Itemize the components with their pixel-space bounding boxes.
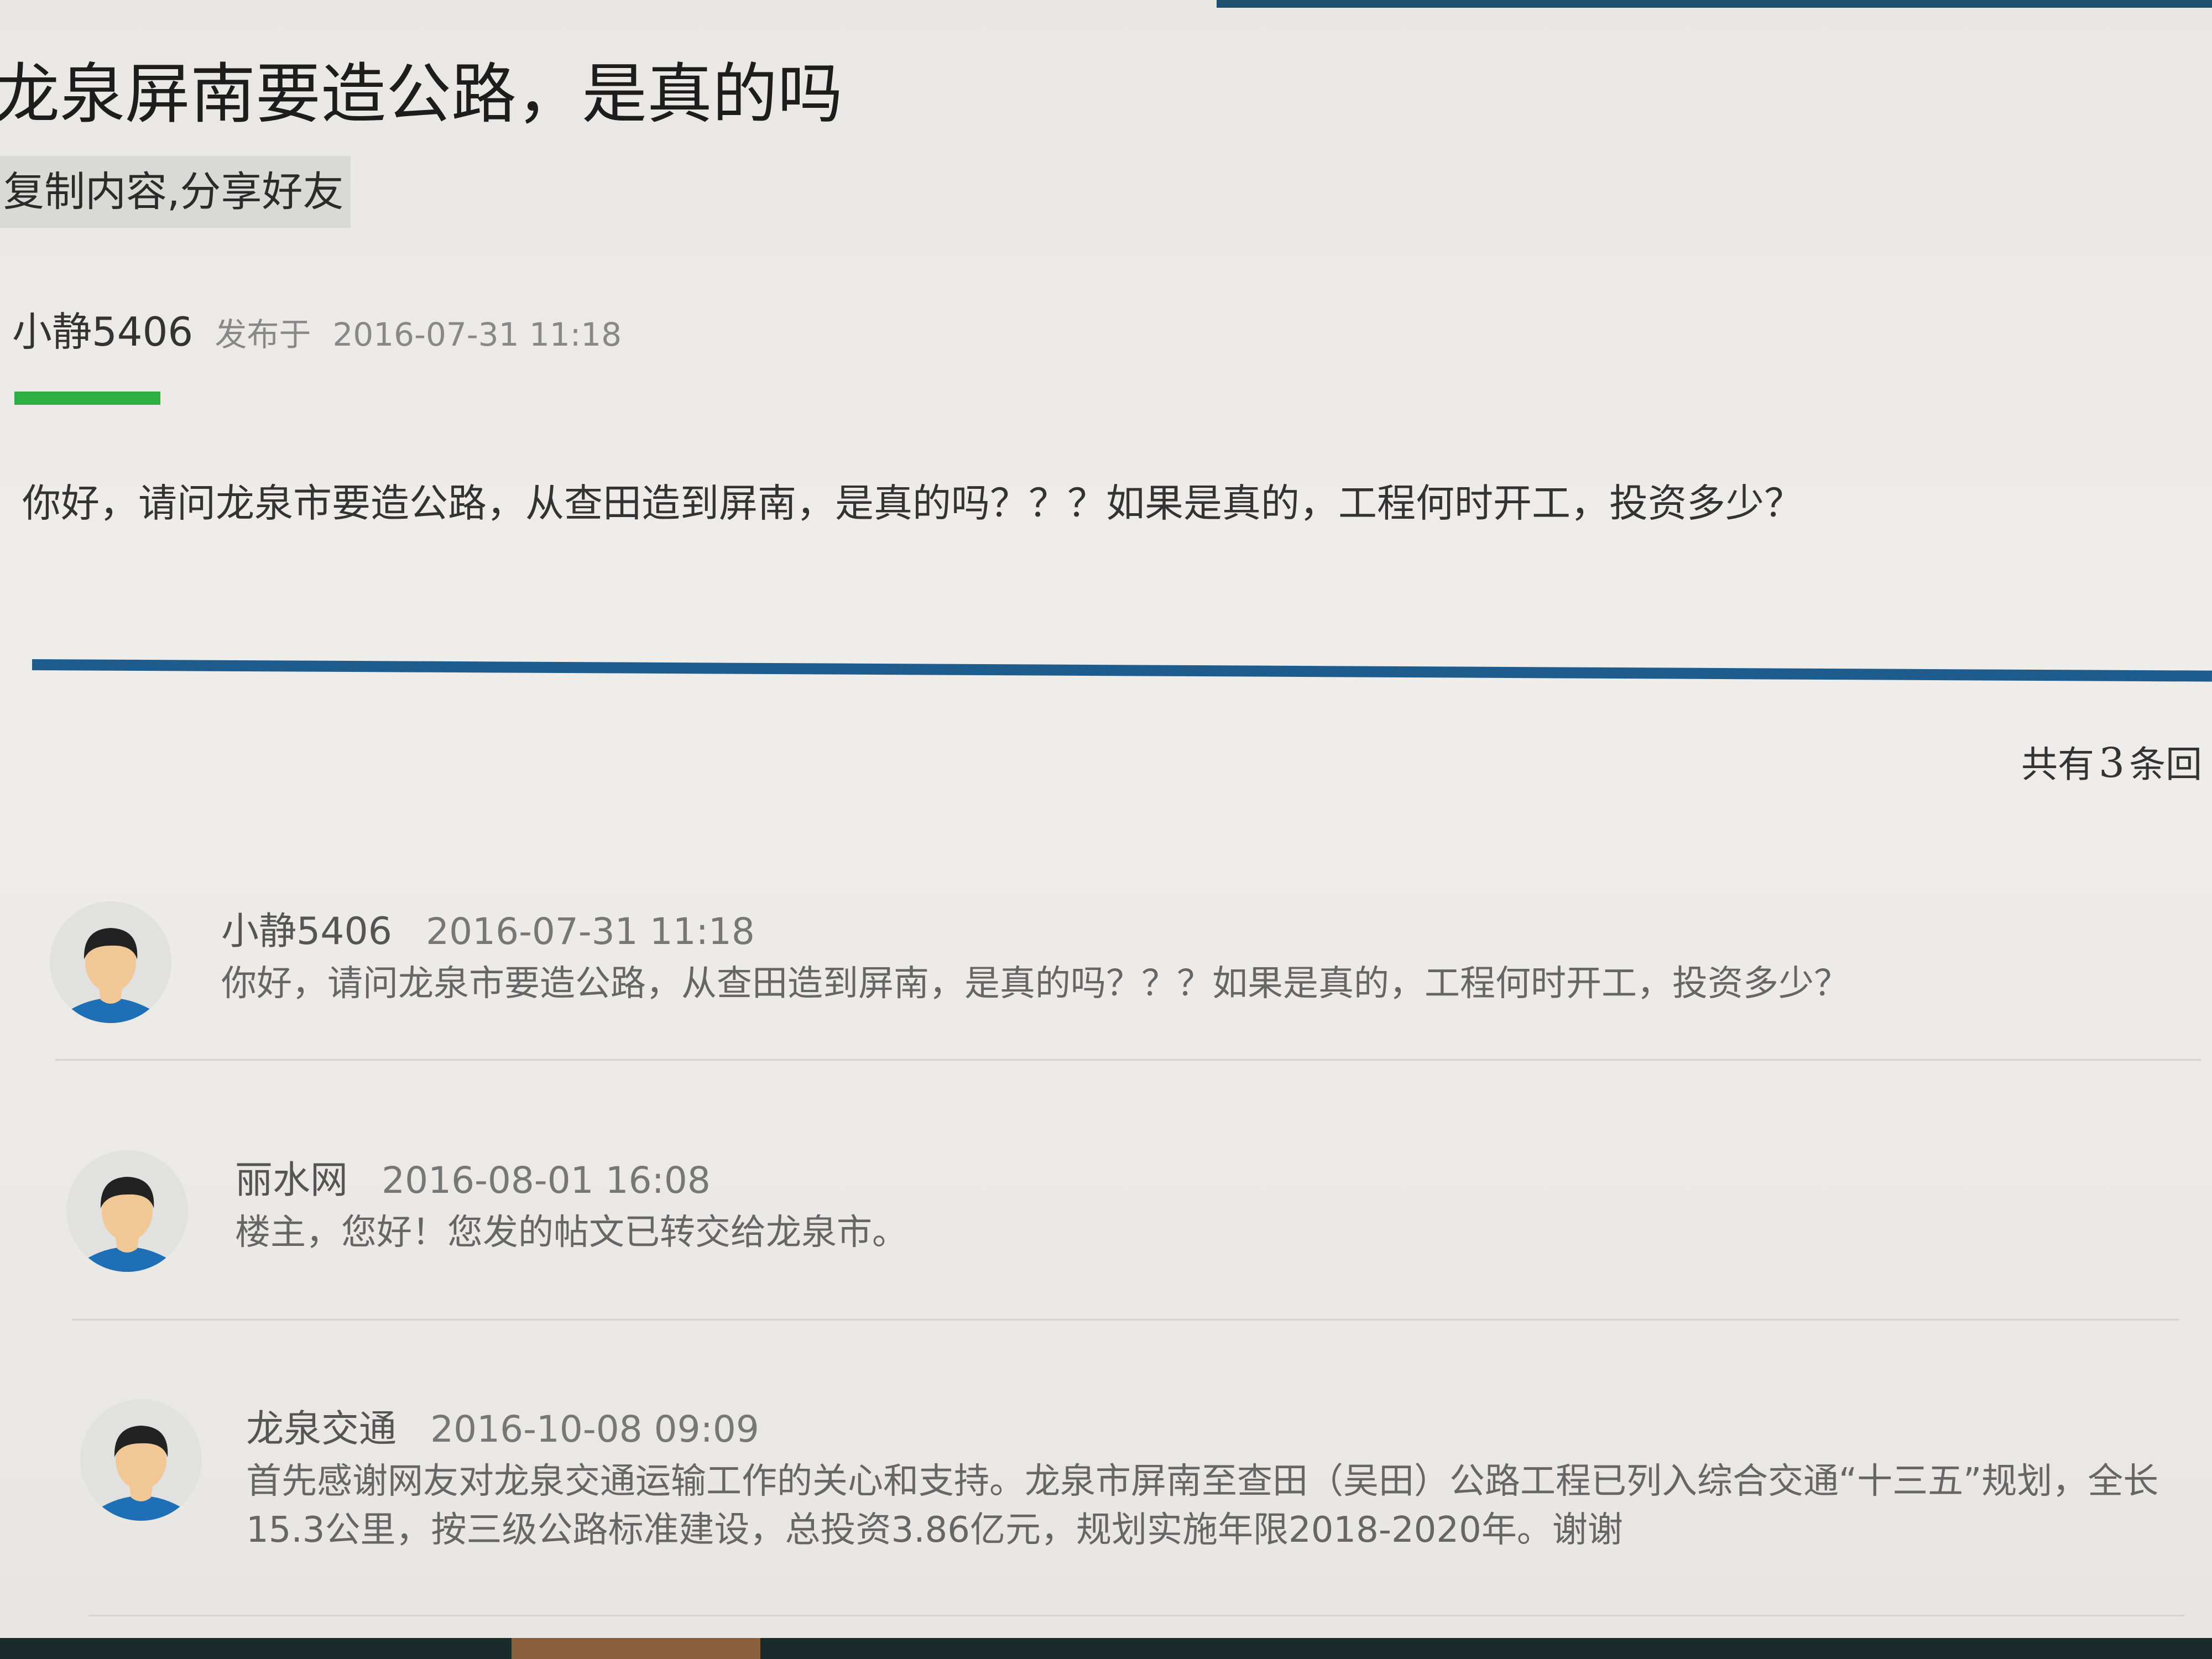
reply-author-name[interactable]: 丽水网 <box>235 1159 348 1202</box>
reply-author-name[interactable]: 小静5406 <box>221 910 392 953</box>
reply-text: 首先感谢网友对龙泉交通运输工作的关心和支持。龙泉市屏南至查田（吴田）公路工程已列… <box>246 1461 2159 1551</box>
reply-text: 楼主，您好！您发的帖文已转交给龙泉市。 <box>235 1212 907 1253</box>
reply-count-number: 3 <box>2099 739 2125 787</box>
reply-count-prefix: 共有 <box>2021 743 2094 786</box>
post-body-text: 你好，请问龙泉市要造公路，从查田造到屏南，是真的吗？？？如果是真的，工程何时开工… <box>22 481 1803 526</box>
reply-timestamp: 2016-07-31 11:18 <box>426 910 755 953</box>
user-avatar-icon[interactable] <box>50 901 171 1023</box>
taskbar-tab[interactable] <box>512 1638 760 1659</box>
copy-share-button[interactable]: 复制内容,分享好友 <box>0 156 351 228</box>
reply-timestamp: 2016-08-01 16:08 <box>382 1159 711 1202</box>
section-divider <box>32 659 2212 682</box>
avatar-figure-icon <box>97 1426 185 1521</box>
posted-label: 发布于 <box>215 316 311 353</box>
user-avatar-icon[interactable] <box>80 1399 202 1521</box>
reply-divider <box>88 1615 2184 1616</box>
forum-post-page: 龙泉屏南要造公路，是真的吗 复制内容,分享好友 小静5406 发布于 2016-… <box>0 0 2212 1659</box>
user-avatar-icon[interactable] <box>66 1150 188 1272</box>
author-accent-bar <box>14 392 160 405</box>
reply-timestamp: 2016-10-08 09:09 <box>430 1408 759 1451</box>
reply-count-suffix: 条回 <box>2129 743 2203 786</box>
post-author-line: 小静5406 发布于 2016-07-31 11:18 <box>12 301 622 373</box>
reply-count-summary: 共有 3 条回 <box>2021 735 2202 792</box>
reply-text: 你好，请问龙泉市要造公路，从查田造到屏南，是真的吗？？？如果是真的，工程何时开工… <box>221 963 1849 1004</box>
avatar-figure-icon <box>83 1177 171 1272</box>
reply-author-name[interactable]: 龙泉交通 <box>246 1407 397 1451</box>
top-edge-bar <box>1217 0 2212 8</box>
taskbar-strip <box>0 1638 2212 1659</box>
post-author-name[interactable]: 小静5406 <box>12 309 193 355</box>
post-title: 龙泉屏南要造公路，是真的吗 <box>0 56 843 132</box>
reply-divider <box>72 1319 2179 1321</box>
post-timestamp: 2016-07-31 11:18 <box>332 316 622 353</box>
avatar-figure-icon <box>66 928 155 1023</box>
reply-divider <box>55 1059 2201 1061</box>
